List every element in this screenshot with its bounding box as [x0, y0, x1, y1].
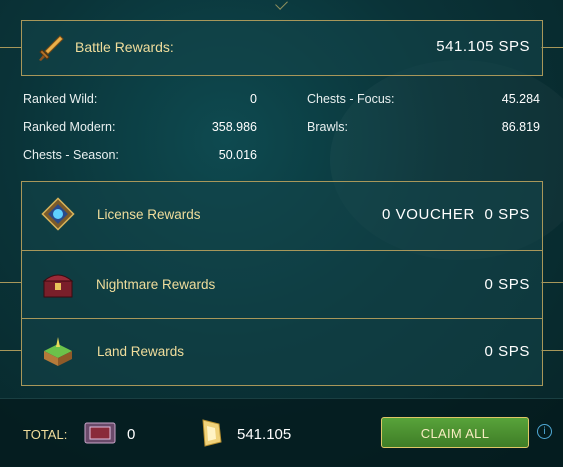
nightmare-rewards-label: Nightmare Rewards: [96, 277, 216, 292]
license-rewards-row: License Rewards 0 VOUCHER 0 SPS: [22, 182, 542, 249]
battle-rewards-value: 541.105 SPS: [436, 38, 530, 56]
stat-chests-focus-label: Chests - Focus:: [307, 92, 395, 106]
sword-icon: [39, 35, 64, 61]
claim-all-button[interactable]: CLAIM ALL: [381, 417, 529, 448]
license-rewards-label: License Rewards: [97, 207, 201, 222]
battle-rewards-label: Battle Rewards:: [75, 39, 174, 55]
side-divider: [0, 282, 21, 283]
land-rewards-row: Land Rewards 0 SPS: [22, 318, 542, 386]
license-rewards-value: 0 VOUCHER 0 SPS: [382, 206, 530, 223]
stat-ranked-modern-value: 358.986: [211, 120, 257, 134]
stat-chests-season-label: Chests - Season:: [23, 148, 119, 162]
sps-token-icon: [202, 419, 222, 447]
nightmare-sps-amount: 0: [484, 276, 494, 293]
side-divider: [541, 282, 563, 283]
voucher-icon: [84, 422, 116, 444]
info-icon[interactable]: i: [537, 424, 552, 439]
nightmare-chest-icon: [42, 274, 74, 298]
total-label: TOTAL:: [23, 427, 68, 442]
license-icon: [41, 197, 75, 231]
stat-ranked-wild-label: Ranked Wild:: [23, 92, 98, 106]
side-divider: [541, 350, 563, 351]
land-icon: [44, 337, 72, 366]
voucher-total: 0: [127, 426, 136, 443]
stat-chests-focus-value: 45.284: [501, 92, 540, 106]
top-chevron-icon: [275, 0, 288, 10]
battle-rewards-panel: Battle Rewards: 541.105 SPS: [21, 20, 543, 76]
stat-brawls-value: 86.819: [501, 120, 540, 134]
land-sps-unit: SPS: [498, 343, 530, 360]
rewards-panel: License Rewards 0 VOUCHER 0 SPS Nightmar…: [21, 181, 543, 386]
land-rewards-label: Land Rewards: [97, 344, 185, 359]
land-sps-amount: 0: [484, 343, 494, 360]
stat-ranked-wild-value: 0: [250, 92, 257, 106]
battle-rewards-unit: SPS: [498, 38, 530, 55]
nightmare-sps-unit: SPS: [498, 276, 530, 293]
side-divider: [0, 350, 21, 351]
land-rewards-value: 0 SPS: [484, 343, 530, 360]
nightmare-rewards-value: 0 SPS: [484, 276, 530, 293]
stat-ranked-modern-label: Ranked Modern:: [23, 120, 116, 134]
battle-rewards-amount: 541.105: [436, 38, 495, 55]
license-voucher-unit: VOUCHER: [395, 206, 475, 223]
stat-chests-season-value: 50.016: [218, 148, 257, 162]
license-sps-amount: 0: [484, 206, 494, 223]
sps-total: 541.105: [237, 426, 292, 443]
stat-brawls-label: Brawls:: [307, 120, 348, 134]
side-divider: [541, 47, 563, 48]
license-voucher-amount: 0: [381, 206, 391, 223]
side-divider: [0, 47, 21, 48]
nightmare-rewards-row: Nightmare Rewards 0 SPS: [22, 250, 542, 318]
license-sps-unit: SPS: [498, 206, 530, 223]
